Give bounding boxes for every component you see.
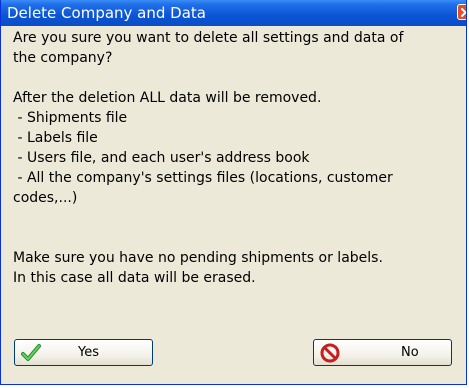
message-line: - Users file, and each user's address bo… <box>13 150 310 166</box>
message-line: - All the company's settings files (loca… <box>13 170 393 186</box>
no-button[interactable]: No <box>313 339 452 366</box>
title-bar[interactable]: Delete Company and Data <box>1 0 466 26</box>
no-button-label: No <box>401 345 419 360</box>
message-line: - Labels file <box>13 130 98 146</box>
message-line: - Shipments file <box>13 110 128 126</box>
message-line: Make sure you have no pending shipments … <box>13 250 383 266</box>
message-line: Are you sure you want to delete all sett… <box>13 30 404 46</box>
dialog-message: Are you sure you want to delete all sett… <box>13 28 453 288</box>
message-line: In this case all data will be erased. <box>13 270 256 286</box>
delete-company-dialog: Delete Company and Data Are you sure you… <box>0 0 467 385</box>
yes-button[interactable]: Yes <box>14 339 153 366</box>
message-line: codes,...) <box>13 190 78 206</box>
close-icon[interactable] <box>457 4 466 20</box>
yes-button-label: Yes <box>78 345 99 360</box>
no-entry-icon <box>320 343 340 363</box>
message-line: the company? <box>13 50 113 66</box>
dialog-title: Delete Company and Data <box>7 4 206 22</box>
checkmark-icon <box>21 343 41 363</box>
message-line: After the deletion ALL data will be remo… <box>13 90 322 106</box>
